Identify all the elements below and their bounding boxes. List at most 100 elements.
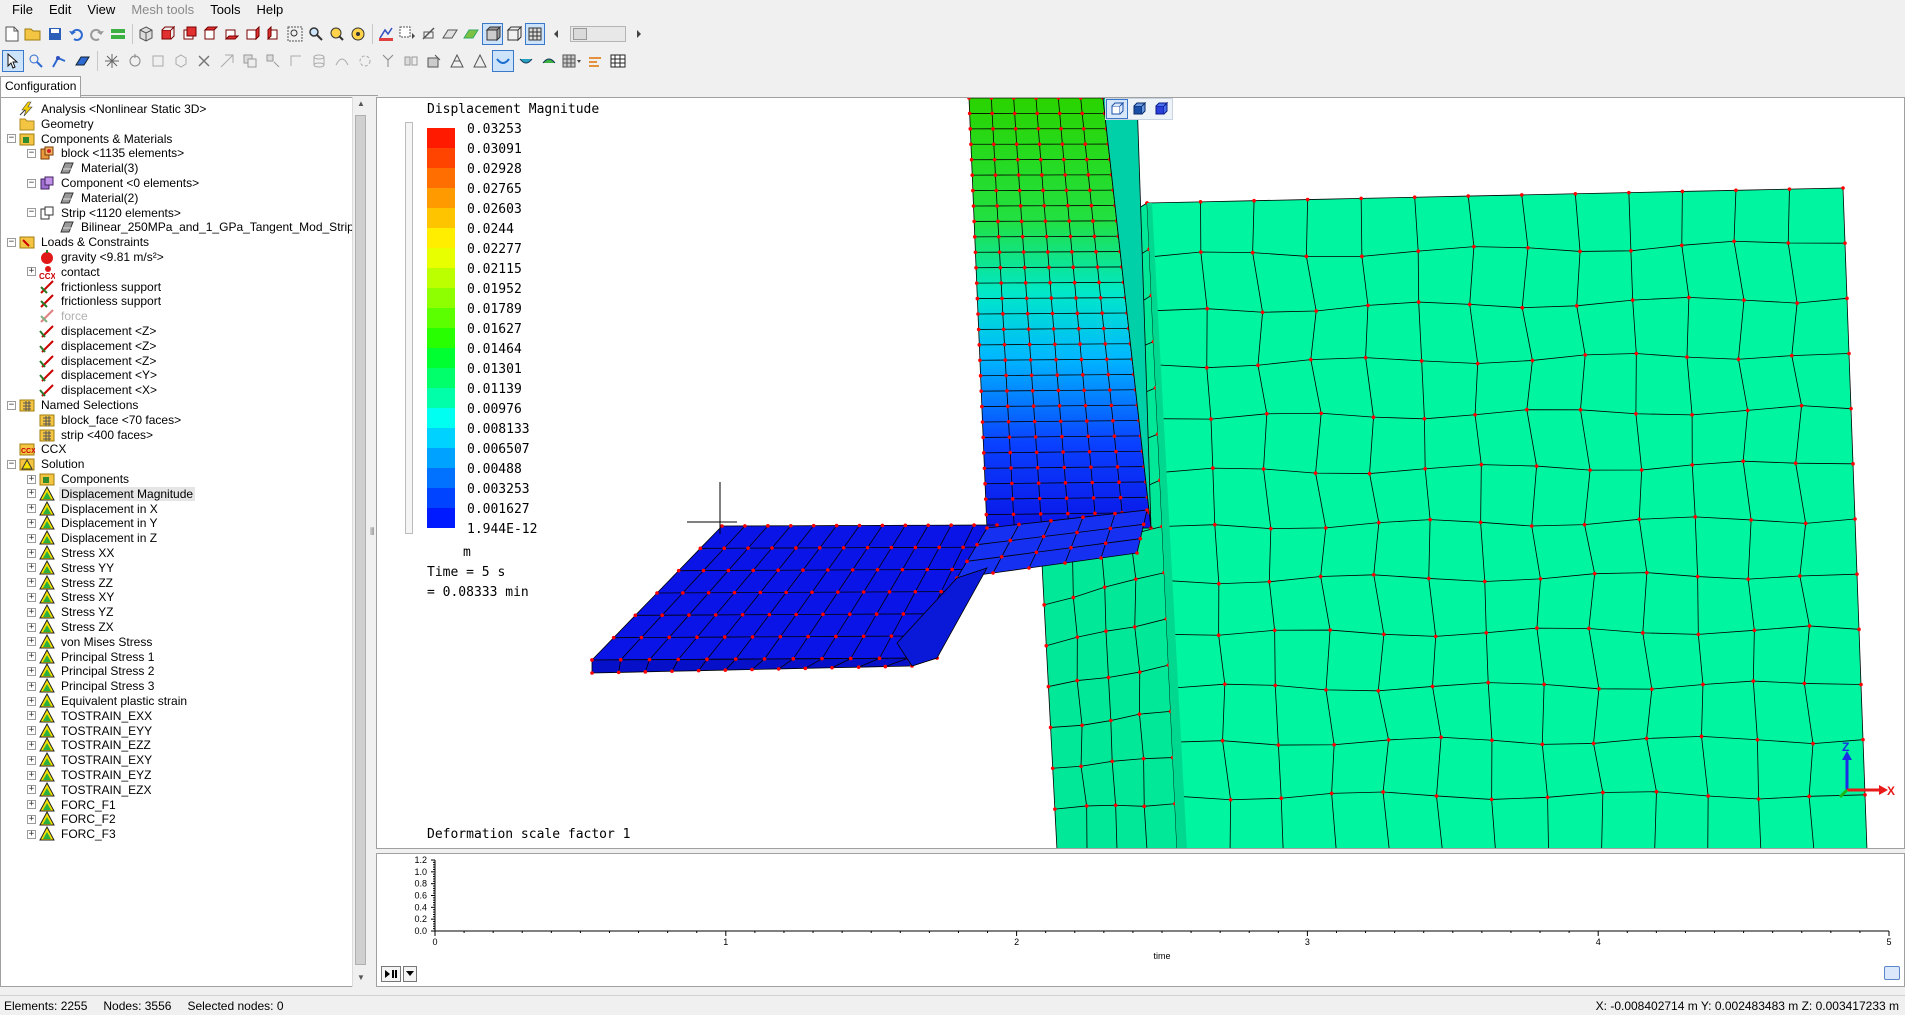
- expand-icon[interactable]: +: [27, 563, 36, 573]
- zoom-icon[interactable]: [306, 23, 326, 45]
- box-icon[interactable]: [147, 50, 169, 72]
- expand-icon[interactable]: +: [27, 533, 36, 543]
- expand-icon[interactable]: +: [27, 666, 36, 676]
- expand-icon[interactable]: +: [27, 696, 36, 706]
- select-cursor-icon[interactable]: [2, 50, 24, 72]
- revolve-icon[interactable]: [354, 50, 376, 72]
- zoom-window-icon[interactable]: [285, 23, 305, 45]
- select-edge-icon[interactable]: [48, 50, 70, 72]
- view-front-icon[interactable]: [157, 23, 177, 45]
- time-plot-panel[interactable]: 1.2 1.0 0.8 0.6 0.4 0.2 0.0 0 1 2 3 4 5 time: [376, 853, 1905, 987]
- expand-icon[interactable]: +: [27, 474, 36, 484]
- expand-icon[interactable]: +: [27, 814, 36, 824]
- transform-icon[interactable]: [285, 50, 307, 72]
- expand-icon[interactable]: +: [27, 711, 36, 721]
- 3d-viewport[interactable]: Displacement Magnitude 0.03253 0.03091 0.0…: [376, 97, 1905, 849]
- sweep-icon[interactable]: [331, 50, 353, 72]
- wireframe-view-icon[interactable]: [504, 23, 524, 45]
- expand-icon[interactable]: +: [27, 637, 36, 647]
- expand-icon[interactable]: +: [27, 785, 36, 795]
- expand-icon[interactable]: +: [27, 504, 36, 514]
- expand-icon[interactable]: +: [27, 800, 36, 810]
- move-icon[interactable]: [262, 50, 284, 72]
- animation-options-dropdown[interactable]: [403, 966, 417, 982]
- surface-icon[interactable]: [440, 23, 460, 45]
- expand-icon[interactable]: +: [27, 489, 36, 499]
- expand-icon[interactable]: +: [27, 829, 36, 839]
- triangle-mesh-icon[interactable]: [446, 50, 468, 72]
- shaded-view-icon[interactable]: [482, 23, 503, 45]
- view-bottom-icon[interactable]: [221, 23, 241, 45]
- delete-icon[interactable]: [193, 50, 215, 72]
- slider-right-arrow-icon[interactable]: [629, 23, 649, 45]
- grid-dropdown-icon[interactable]: [561, 50, 583, 72]
- split-icon[interactable]: [216, 50, 238, 72]
- expand-icon[interactable]: +: [27, 607, 36, 617]
- mesh-refine-icon[interactable]: [423, 50, 445, 72]
- view-left-icon[interactable]: [242, 23, 262, 45]
- cube-outline-icon[interactable]: [170, 50, 192, 72]
- menu-file[interactable]: File: [4, 0, 41, 20]
- menu-help[interactable]: Help: [249, 0, 292, 20]
- zoom-fit-icon[interactable]: [327, 23, 347, 45]
- expand-icon[interactable]: +: [27, 681, 36, 691]
- expand-icon[interactable]: +: [27, 267, 36, 277]
- legend-range-slider[interactable]: [405, 122, 413, 534]
- expand-icon[interactable]: +: [27, 652, 36, 662]
- branch-icon[interactable]: [377, 50, 399, 72]
- view-top-icon[interactable]: [200, 23, 220, 45]
- expand-icon[interactable]: +: [27, 770, 36, 780]
- scroll-up-arrow-icon[interactable]: ▲: [356, 99, 366, 108]
- expand-icon[interactable]: +: [27, 518, 36, 528]
- selection-filter-icon[interactable]: [398, 23, 418, 45]
- explode-icon[interactable]: [101, 50, 123, 72]
- view-perspective-cube-icon[interactable]: [1128, 99, 1150, 119]
- collapse-icon[interactable]: −: [7, 400, 16, 410]
- tab-configuration[interactable]: Configuration: [0, 76, 82, 97]
- result-surface-icon[interactable]: [492, 50, 514, 72]
- section-icon[interactable]: [419, 23, 439, 45]
- transparency-slider[interactable]: [570, 26, 626, 42]
- collapse-icon[interactable]: −: [27, 148, 36, 158]
- undo-icon[interactable]: [66, 23, 86, 45]
- scroll-down-arrow-icon[interactable]: ▼: [356, 973, 366, 982]
- expand-icon[interactable]: +: [27, 740, 36, 750]
- mirror-icon[interactable]: [400, 50, 422, 72]
- menu-tools[interactable]: Tools: [202, 0, 248, 20]
- collapse-icon[interactable]: −: [7, 237, 16, 247]
- rotate-icon[interactable]: [124, 50, 146, 72]
- surface-green-icon[interactable]: [461, 23, 481, 45]
- slider-left-arrow-icon[interactable]: [546, 23, 566, 45]
- panel-splitter[interactable]: ⦀: [368, 97, 376, 987]
- select-vertex-icon[interactable]: [25, 50, 47, 72]
- view-iso-cube-icon[interactable]: [1106, 99, 1128, 119]
- table-icon[interactable]: [607, 50, 629, 72]
- quad-mesh-icon[interactable]: [469, 50, 491, 72]
- cylinder-icon[interactable]: [308, 50, 330, 72]
- view-iso-icon[interactable]: [136, 23, 156, 45]
- layers-icon[interactable]: [239, 50, 261, 72]
- expand-icon[interactable]: +: [27, 578, 36, 588]
- open-folder-icon[interactable]: [23, 23, 43, 45]
- select-face-icon[interactable]: [71, 50, 93, 72]
- collapse-icon[interactable]: −: [27, 208, 36, 218]
- view-solid-cube-icon[interactable]: [1150, 99, 1172, 119]
- plot-settings-icon[interactable]: [1884, 966, 1900, 980]
- expand-icon[interactable]: +: [27, 726, 36, 736]
- new-file-icon[interactable]: [2, 23, 22, 45]
- expand-icon[interactable]: +: [27, 592, 36, 602]
- probe-icon[interactable]: [376, 23, 396, 45]
- save-icon[interactable]: [44, 23, 64, 45]
- tree-item[interactable]: + FORC_F3: [27, 825, 118, 843]
- menu-edit[interactable]: Edit: [41, 0, 79, 20]
- menu-view[interactable]: View: [79, 0, 123, 20]
- collapse-icon[interactable]: −: [7, 134, 16, 144]
- probe-line-icon[interactable]: [584, 50, 606, 72]
- expand-icon[interactable]: +: [27, 622, 36, 632]
- collapse-icon[interactable]: −: [27, 178, 36, 188]
- tree-scrollbar[interactable]: ▲ ▼: [352, 97, 368, 987]
- fem-model[interactable]: [377, 98, 1905, 849]
- collapse-icon[interactable]: −: [7, 459, 16, 469]
- scrollbar-thumb[interactable]: [355, 115, 366, 965]
- expand-icon[interactable]: +: [27, 755, 36, 765]
